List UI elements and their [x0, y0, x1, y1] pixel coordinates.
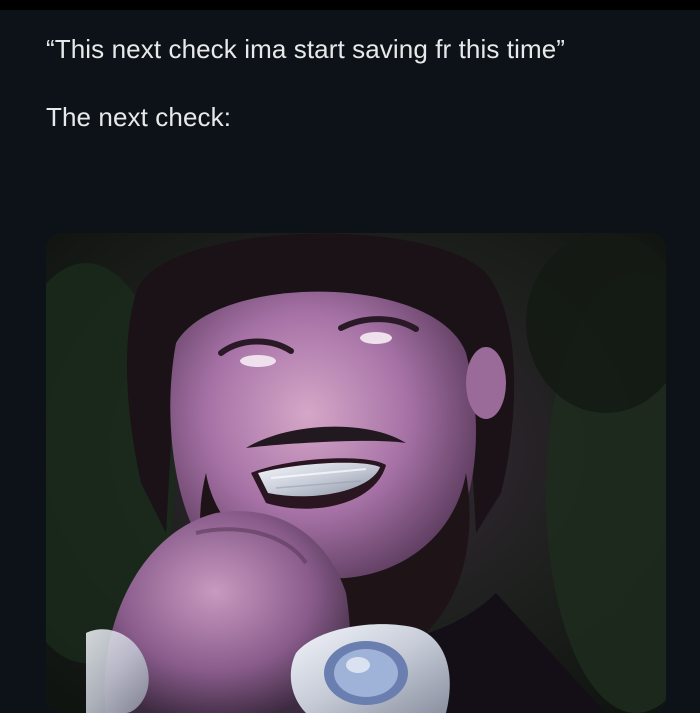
post-quote-text: “This next check ima start saving fr thi…	[46, 34, 566, 64]
post-text-block: “This next check ima start saving fr thi…	[46, 30, 666, 136]
post-reply-text: The next check:	[46, 102, 232, 132]
photo-illustration	[46, 233, 666, 713]
top-edge-bar	[0, 0, 700, 10]
post-media-image[interactable]	[46, 233, 666, 713]
